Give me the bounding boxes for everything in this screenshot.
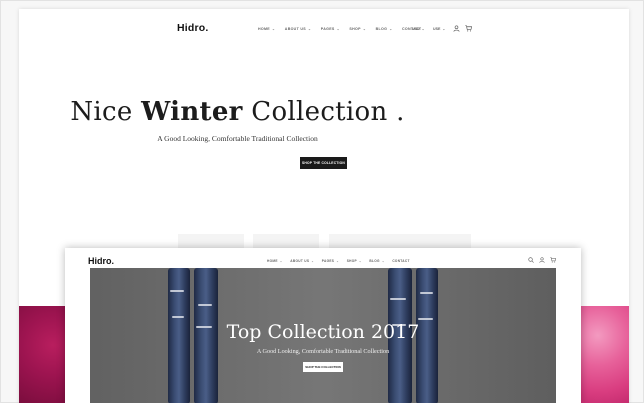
nav-label: PAGES: [321, 259, 335, 263]
jeans-rip: [418, 318, 433, 320]
nav-item-pages[interactable]: PAGES ⌄: [321, 27, 340, 31]
pink-fabric-image: [577, 306, 629, 403]
nav-label: SHOP: [349, 27, 361, 31]
nav-label: ABOUT US: [290, 259, 310, 263]
nav-item-blog[interactable]: BLOG ⌄: [369, 259, 384, 263]
chevron-down-icon: ⌄: [279, 259, 283, 263]
site-logo[interactable]: Hidro.: [177, 22, 209, 34]
chevron-down-icon: ⌄: [362, 27, 367, 31]
cart-icon[interactable]: [465, 25, 473, 34]
shop-collection-button[interactable]: SHOP THE COLLECTION: [300, 157, 347, 169]
jeans-rip: [170, 290, 184, 292]
chevron-down-icon: ⌄: [307, 27, 312, 31]
jeans-rip: [390, 298, 406, 300]
chevron-down-icon: ⌄: [421, 27, 425, 31]
nav-item-contact[interactable]: CONTACT: [392, 259, 409, 263]
jeans-rip: [198, 304, 212, 306]
site-logo[interactable]: Hidro.: [88, 256, 114, 266]
nav-label: SHOP: [346, 259, 357, 263]
main-nav: HOME ⌄ ABOUT US ⌄ PAGES ⌄ SHOP ⌄ BLOG ⌄ CONTA…: [267, 259, 417, 263]
nav-item-home[interactable]: HOME ⌄: [258, 27, 275, 31]
currency-select[interactable]: USD ⌄: [412, 27, 425, 31]
language-select[interactable]: USE ⌄: [433, 27, 445, 31]
hero-subtitle: A Good Looking, Comfortable Traditional …: [157, 134, 318, 143]
cart-icon[interactable]: [550, 257, 557, 265]
chevron-down-icon: ⌄: [336, 27, 340, 31]
nav-item-home[interactable]: HOME ⌄: [267, 259, 283, 263]
nav-label: ABOUT US: [284, 27, 306, 31]
user-icon[interactable]: [453, 25, 460, 34]
nav-item-blog[interactable]: BLOG ⌄: [376, 27, 393, 31]
language-value: USE: [433, 27, 441, 31]
nav-label: HOME: [258, 27, 270, 31]
nav-item-shop[interactable]: SHOP ⌄: [347, 259, 362, 263]
chevron-down-icon: ⌄: [271, 27, 276, 31]
hero-title-post: Collection .: [242, 97, 405, 127]
nav-item-shop[interactable]: SHOP ⌄: [349, 27, 366, 31]
main-nav: HOME ⌄ ABOUT US ⌄ PAGES ⌄ SHOP ⌄ BLOG ⌄ CONTA…: [258, 27, 431, 31]
hero-banner: Top Collection 2017 A Good Looking, Comf…: [90, 268, 556, 403]
nav-item-about[interactable]: ABOUT US ⌄: [290, 259, 314, 263]
hero-title-bold: Winter: [141, 97, 243, 127]
jeans-rip: [420, 292, 433, 294]
nav-label: PAGES: [320, 27, 335, 31]
nav-item-pages[interactable]: PAGES ⌄: [322, 259, 339, 263]
preview-frame: Hidro. HOME ⌄ ABOUT US ⌄ PAGES ⌄ SHOP ⌄ BLOG…: [0, 0, 644, 403]
chevron-down-icon: ⌄: [311, 259, 315, 263]
front-site-preview: Hidro. HOME ⌄ ABOUT US ⌄ PAGES ⌄ SHOP ⌄ BLOG…: [65, 248, 581, 403]
hero-title-pre: Nice: [70, 97, 142, 127]
jeans-rip: [172, 316, 184, 318]
chevron-down-icon: ⌄: [358, 259, 362, 263]
shop-collection-button[interactable]: SHOP THE COLLECTION: [303, 362, 343, 372]
nav-label: CONTACT: [392, 259, 410, 263]
chevron-down-icon: ⌄: [336, 259, 340, 263]
currency-value: USD: [412, 27, 420, 31]
banner-title: Top Collection 2017: [226, 321, 420, 343]
hero-title: Nice Winter Collection .: [19, 97, 456, 127]
banner-subtitle: A Good Looking, Comfortable Traditional …: [256, 348, 390, 355]
user-icon[interactable]: [539, 257, 545, 265]
nav-label: HOME: [267, 259, 278, 263]
nav-label: BLOG: [369, 259, 380, 263]
chevron-down-icon: ⌄: [442, 27, 446, 31]
nav-item-about[interactable]: ABOUT US ⌄: [285, 27, 311, 31]
chevron-down-icon: ⌄: [389, 27, 393, 31]
nav-label: BLOG: [375, 27, 388, 31]
chevron-down-icon: ⌄: [381, 259, 385, 263]
search-icon[interactable]: [528, 257, 534, 265]
magenta-fabric-image: [19, 306, 67, 403]
